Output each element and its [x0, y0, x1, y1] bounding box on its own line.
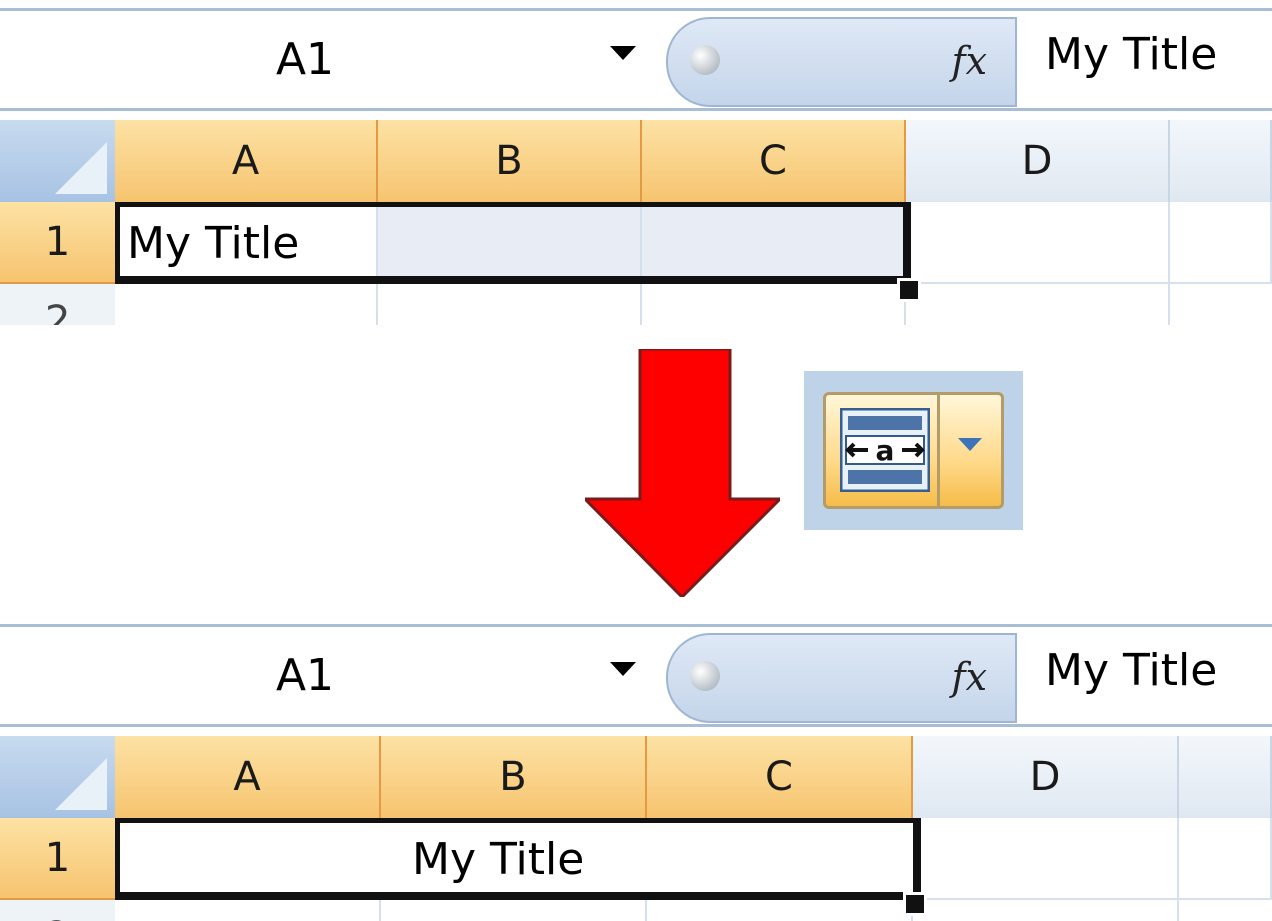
bottom-spreadsheet-view: A1 fx My Title A B C D 1 2 My Title — [0, 616, 1272, 921]
row-header-2[interactable]: 2 — [0, 900, 115, 921]
merge-and-center-button[interactable]: a — [804, 371, 1023, 530]
spreadsheet-grid: A B C D 1 2 My Title — [0, 736, 1272, 921]
cell-b2[interactable] — [381, 900, 647, 921]
row-header-1[interactable]: 1 — [0, 202, 115, 284]
formula-input[interactable]: My Title — [1045, 29, 1217, 80]
column-header-d[interactable]: D — [906, 120, 1170, 202]
fx-icon[interactable]: fx — [952, 655, 988, 699]
merge-button-divider — [937, 395, 940, 506]
red-down-arrow-icon — [585, 349, 780, 597]
row-header-2[interactable]: 2 — [0, 284, 115, 325]
column-header-c[interactable]: C — [642, 120, 906, 202]
dropdown-arrow-icon[interactable] — [958, 438, 982, 451]
row-header-2-label: 2 — [45, 914, 70, 921]
merge-button-face[interactable]: a — [823, 392, 1004, 509]
cell-d2[interactable] — [913, 900, 1179, 921]
spreadsheet-grid: A B C D 1 2 My Title — [0, 120, 1272, 325]
formula-bar: A1 fx My Title — [0, 624, 1272, 727]
row-header-1[interactable]: 1 — [0, 818, 115, 900]
column-header-b[interactable]: B — [378, 120, 642, 202]
fill-handle[interactable] — [903, 892, 927, 916]
column-header-next[interactable] — [1170, 120, 1272, 202]
cell-a2[interactable] — [115, 284, 378, 325]
name-box[interactable]: A1 — [0, 11, 610, 108]
name-box-dropdown-icon[interactable] — [610, 662, 636, 676]
column-header-c[interactable]: C — [647, 736, 913, 818]
column-header-a[interactable]: A — [115, 120, 378, 202]
name-box[interactable]: A1 — [0, 627, 610, 724]
formula-input[interactable]: My Title — [1045, 645, 1217, 696]
top-spreadsheet-view: A1 fx My Title A B C D 1 2 My Title — [0, 0, 1272, 325]
merge-and-center-icon: a — [840, 408, 930, 492]
cell-a2[interactable] — [115, 900, 381, 921]
name-box-dropdown-icon[interactable] — [610, 46, 636, 60]
row-header-2-label: 2 — [45, 298, 71, 325]
select-all-button[interactable] — [0, 736, 117, 818]
fx-icon[interactable]: fx — [952, 39, 988, 83]
column-header-a[interactable]: A — [115, 736, 381, 818]
formula-insert-area[interactable]: fx — [666, 633, 1017, 723]
select-all-button[interactable] — [0, 120, 117, 202]
selected-merged-range[interactable] — [115, 818, 921, 900]
select-all-icon — [55, 758, 107, 810]
select-all-icon — [55, 142, 107, 194]
cell-next1[interactable] — [1179, 818, 1272, 900]
column-header-next[interactable] — [1179, 736, 1272, 818]
formula-bar-grip-icon[interactable] — [690, 45, 720, 75]
selected-range[interactable] — [115, 202, 911, 284]
cell-next1[interactable] — [1170, 202, 1272, 284]
cell-c2[interactable] — [647, 900, 913, 921]
cell-c2[interactable] — [642, 284, 906, 325]
fill-handle[interactable] — [897, 278, 921, 302]
svg-text:a: a — [876, 434, 895, 467]
column-header-b[interactable]: B — [381, 736, 647, 818]
column-header-d[interactable]: D — [913, 736, 1179, 818]
cell-d1[interactable] — [913, 818, 1179, 900]
cell-d1[interactable] — [906, 202, 1170, 284]
cell-d2[interactable] — [906, 284, 1170, 325]
formula-bar: A1 fx My Title — [0, 8, 1272, 111]
formula-insert-area[interactable]: fx — [666, 17, 1017, 107]
formula-bar-grip-icon[interactable] — [690, 661, 720, 691]
cell-b2[interactable] — [378, 284, 642, 325]
